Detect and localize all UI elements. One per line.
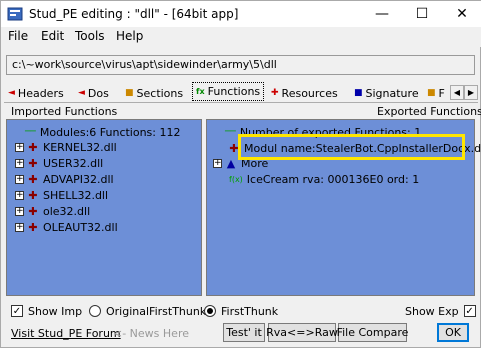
- tab-resources-label: Resources: [281, 86, 338, 100]
- expand-icon[interactable]: +: [213, 158, 222, 168]
- ok-button[interactable]: OK: [437, 323, 469, 342]
- expand-icon[interactable]: +: [15, 206, 24, 216]
- menu-file[interactable]: File: [8, 29, 28, 43]
- tab-signature[interactable]: ■ Signature: [354, 83, 419, 103]
- more-icon: ▲: [226, 156, 236, 170]
- import-module-name: USER32.dll: [43, 156, 104, 170]
- import-module-row[interactable]: + ✚ USER32.dll: [15, 156, 103, 170]
- tab-resources[interactable]: ✚ Resources: [271, 83, 338, 103]
- resources-icon: ✚: [271, 88, 279, 98]
- chevron-right-icon: ▶: [467, 88, 475, 97]
- import-module-name: KERNEL32.dll: [43, 140, 117, 154]
- dos-icon: ◄: [78, 88, 85, 98]
- radio-icon: [89, 305, 101, 317]
- checkbox-checked-icon: ✓: [463, 305, 476, 317]
- import-module-row[interactable]: + ✚ OLEAUT32.dll: [15, 220, 118, 234]
- show-imp-label: Show Imp: [28, 304, 83, 318]
- file-compare-button[interactable]: File Compare: [337, 323, 408, 342]
- module-icon: ✚: [28, 156, 38, 170]
- expand-icon[interactable]: +: [15, 174, 24, 184]
- import-module-row[interactable]: + ✚ ole32.dll: [15, 204, 90, 218]
- tab-sections[interactable]: ■ Sections: [125, 83, 183, 103]
- tab-scroll-right[interactable]: ▶: [464, 85, 478, 100]
- signature-icon: ■: [354, 88, 363, 98]
- chevron-left-icon: ◀: [453, 88, 461, 97]
- menu-help[interactable]: Help: [116, 29, 143, 43]
- test-it-button[interactable]: Test' it: [223, 323, 265, 342]
- module-icon: ✚: [28, 204, 38, 218]
- show-exp-checkbox[interactable]: Show Exp ✓: [405, 303, 481, 319]
- export-function-row[interactable]: f(x) IceCream rva: 000136E0 ord: 1: [229, 172, 419, 186]
- sections-icon: ■: [125, 88, 134, 98]
- headers-icon: ◄: [8, 88, 15, 98]
- original-first-thunk-radio[interactable]: OriginalFirstThunk: [89, 303, 206, 319]
- import-module-row[interactable]: + ✚ ADVAPI32.dll: [15, 172, 114, 186]
- tab-divider: [4, 102, 478, 103]
- forum-link[interactable]: Visit Stud_PE Forum: [11, 327, 121, 340]
- main-window: Stud_PE editing : "dll" - [64bit app] — …: [0, 0, 481, 348]
- imports-summary-row[interactable]: ── Modules:6 Functions: 112: [25, 125, 181, 139]
- radio-selected-icon: [204, 305, 216, 317]
- minimize-icon: —: [375, 6, 389, 22]
- import-module-name: OLEAUT32.dll: [43, 220, 118, 234]
- app-icon: [7, 7, 23, 21]
- export-function-entry: IceCream rva: 000136E0 ord: 1: [246, 172, 420, 186]
- imported-functions-tree[interactable]: ── Modules:6 Functions: 112 + ✚ KERNEL32…: [6, 119, 202, 296]
- tree-root-icon: ──: [225, 127, 236, 137]
- show-exp-label: Show Exp: [405, 304, 459, 318]
- import-module-row[interactable]: + ✚ SHELL32.dll: [15, 188, 108, 202]
- window-title: Stud_PE editing : "dll" - [64bit app]: [29, 7, 239, 21]
- module-icon: ✚: [28, 172, 38, 186]
- tab-signature-label: Signature: [365, 86, 419, 100]
- checkbox-checked-icon: ✓: [11, 305, 23, 317]
- tab-f-label: F: [438, 86, 445, 100]
- tree-root-icon: ──: [25, 127, 36, 137]
- rva-raw-button[interactable]: Rva<=>Raw: [266, 323, 338, 342]
- tab-dos-label: Dos: [87, 86, 109, 100]
- maximize-icon: ☐: [415, 6, 429, 22]
- tab-functions[interactable]: fx Functions: [192, 82, 265, 101]
- first-thunk-label: FirstThunk: [221, 304, 279, 318]
- highlight-box: [238, 134, 465, 160]
- tab-headers-label: Headers: [17, 86, 64, 100]
- expand-icon[interactable]: +: [15, 142, 24, 152]
- imported-functions-title: Imported Functions: [11, 105, 118, 118]
- minimize-button[interactable]: —: [362, 1, 402, 27]
- tab-headers[interactable]: ◄ Headers: [8, 83, 64, 103]
- expand-icon[interactable]: +: [15, 158, 24, 168]
- tab-dos[interactable]: ◄ Dos: [78, 83, 109, 103]
- expand-icon[interactable]: +: [15, 190, 24, 200]
- show-imp-checkbox[interactable]: ✓ Show Imp: [11, 303, 82, 319]
- title-bar[interactable]: Stud_PE editing : "dll" - [64bit app] — …: [1, 1, 481, 27]
- tab-sections-label: Sections: [136, 86, 184, 100]
- news-here-label: <- News Here: [113, 327, 189, 340]
- tab-functions-label: Functions: [207, 85, 261, 98]
- original-first-thunk-label: OriginalFirstThunk: [106, 304, 207, 318]
- close-button[interactable]: ✕: [442, 1, 481, 27]
- menu-bar: File Edit Tools Help: [1, 27, 481, 47]
- tab-strip: ◄ Headers ◄ Dos ■ Sections fx Functions …: [4, 82, 479, 103]
- module-icon: ✚: [28, 220, 38, 234]
- exported-functions-title: Exported Functions: [377, 105, 481, 118]
- maximize-button[interactable]: ☐: [402, 1, 442, 27]
- tab-f[interactable]: ■ F: [427, 83, 445, 103]
- import-module-name: ole32.dll: [43, 204, 91, 218]
- module-icon: ✚: [28, 140, 38, 154]
- import-module-name: SHELL32.dll: [43, 188, 109, 202]
- expand-icon[interactable]: +: [15, 222, 24, 232]
- file-path-field[interactable]: c:\~work\source\virus\apt\sidewinder\arm…: [6, 55, 475, 75]
- import-module-row[interactable]: + ✚ KERNEL32.dll: [15, 140, 117, 154]
- f-tab-icon: ■: [427, 88, 436, 98]
- import-module-name: ADVAPI32.dll: [43, 172, 114, 186]
- first-thunk-radio[interactable]: FirstThunk: [204, 303, 278, 319]
- close-icon: ✕: [456, 6, 468, 22]
- menu-edit[interactable]: Edit: [41, 29, 64, 43]
- functions-icon: fx: [196, 87, 205, 96]
- module-icon: ✚: [28, 188, 38, 202]
- tab-scroll-left[interactable]: ◀: [450, 85, 464, 100]
- menu-tools[interactable]: Tools: [75, 29, 105, 43]
- imports-summary-text: Modules:6 Functions: 112: [39, 125, 181, 139]
- function-icon: f(x): [229, 174, 243, 184]
